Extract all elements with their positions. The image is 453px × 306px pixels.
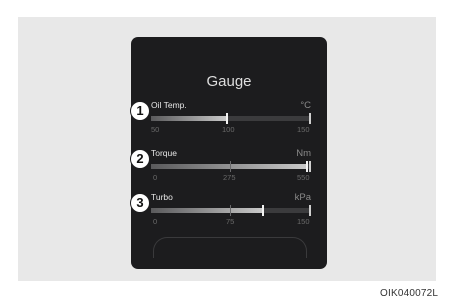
display-title: Gauge <box>206 73 252 90</box>
gauge-needle <box>262 205 265 216</box>
gauge-bar <box>151 113 311 124</box>
gauge-unit: Nm <box>296 148 311 159</box>
gauge-unit: °C <box>300 100 311 111</box>
image-code: OIK040072L <box>380 288 439 299</box>
gauge-needle <box>225 113 228 124</box>
gauge-end-tick <box>309 161 311 172</box>
gauge-label: Torque <box>151 148 177 158</box>
gauge-turbo: 3 Turbo kPa 0 75 150 <box>130 192 327 233</box>
callout-number-2: 2 <box>130 149 150 169</box>
gauge-end-tick <box>309 205 311 216</box>
gauge-mid-tick <box>230 161 231 172</box>
callout-number-3: 3 <box>130 193 150 213</box>
gauge-bar <box>151 161 311 172</box>
callout-number-1: 1 <box>130 101 150 121</box>
gauge-end-tick <box>309 113 311 124</box>
gauge-label: Oil Temp. <box>151 100 187 110</box>
scale-max: 550 <box>297 173 310 182</box>
gauge-bar <box>151 205 311 216</box>
gauge-label: Turbo <box>151 192 173 202</box>
gauge-torque: 2 Torque Nm 0 275 550 <box>130 148 327 189</box>
scale-min: 0 <box>153 217 158 226</box>
gauge-unit: kPa <box>294 192 311 203</box>
decorative-arc <box>153 237 307 258</box>
gauge-oil-temp: 1 Oil Temp. °C 50 100 150 <box>130 100 327 141</box>
gauge-fill <box>151 208 264 213</box>
scale-max: 150 <box>297 125 310 134</box>
gauge-mid-tick <box>230 205 231 216</box>
scale-mid: 75 <box>226 217 235 226</box>
scale-min: 50 <box>151 125 160 134</box>
scale-max: 150 <box>297 217 310 226</box>
scale-min: 0 <box>153 173 158 182</box>
scale-mid: 100 <box>222 125 235 134</box>
gauge-fill <box>151 116 227 121</box>
cluster-display: Gauge 1 Oil Temp. °C 50 100 150 2 Torque… <box>130 37 327 269</box>
scale-mid: 275 <box>223 173 236 182</box>
